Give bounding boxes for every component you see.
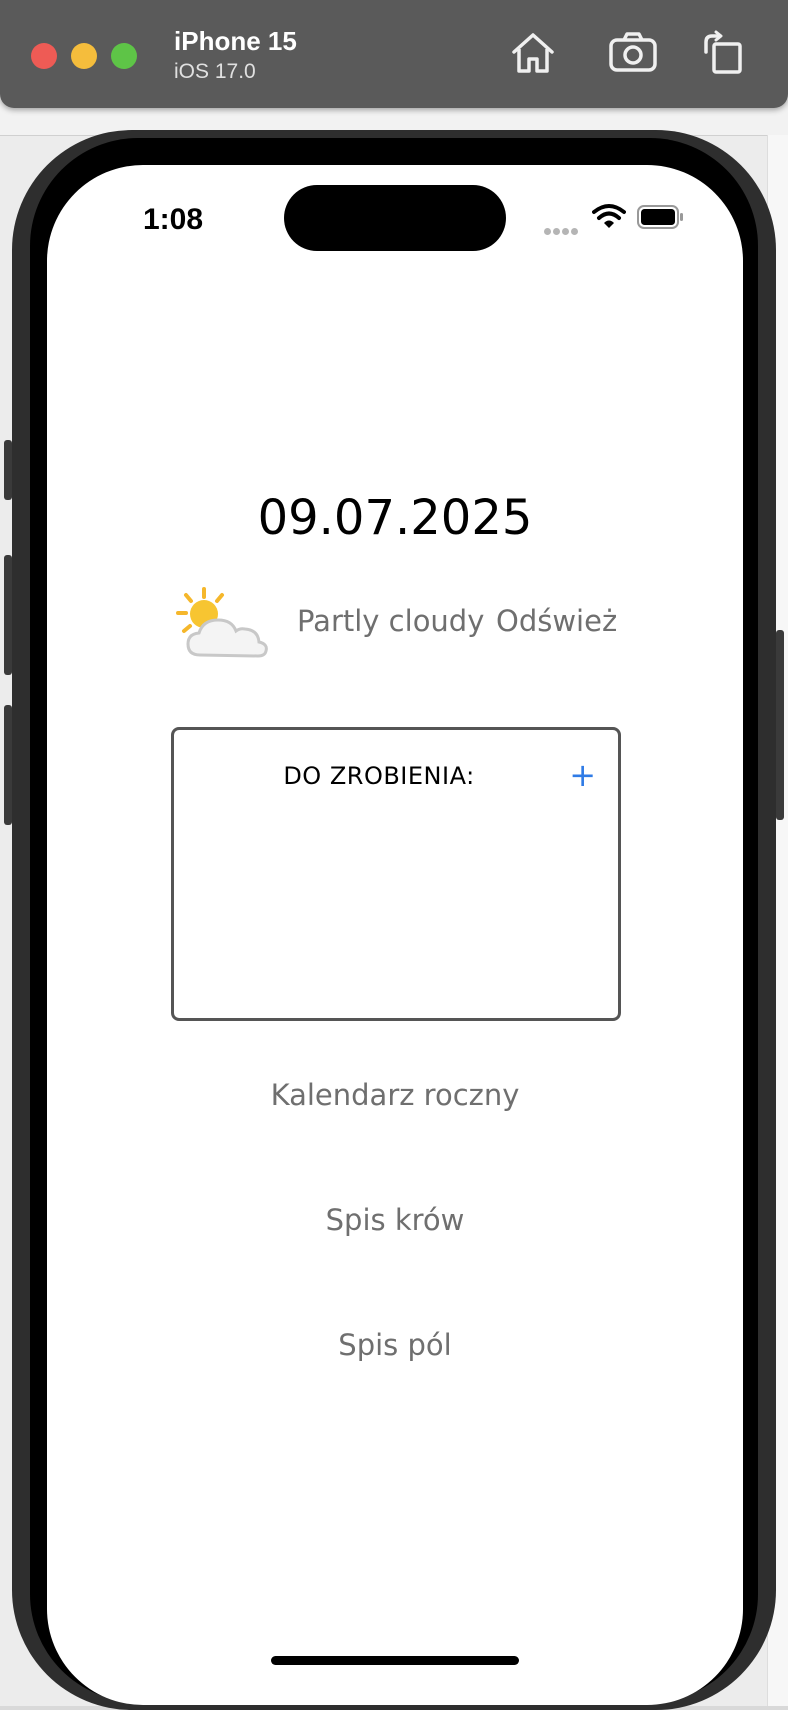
wifi-icon (592, 204, 626, 228)
todo-title: DO ZROBIENIA: (283, 762, 475, 790)
home-icon (512, 33, 554, 73)
cows-list-link[interactable]: Spis krów (47, 1203, 743, 1237)
close-window-button[interactable] (31, 43, 57, 69)
current-date: 09.07.2025 (257, 490, 533, 546)
volume-up-button (4, 555, 12, 675)
partly-cloudy-icon (176, 587, 268, 658)
screenshot-button[interactable] (608, 30, 658, 76)
fields-list-link[interactable]: Spis pól (47, 1328, 743, 1362)
status-time: 1:08 (143, 203, 204, 236)
simulator-titlebar: iPhone 15 iOS 17.0 (0, 0, 788, 108)
camera-icon (609, 32, 657, 72)
minimize-window-button[interactable] (71, 43, 97, 69)
refresh-button[interactable]: Odśwież (496, 604, 617, 638)
volume-down-button (4, 705, 12, 825)
device-os-version: iOS 17.0 (174, 60, 256, 83)
todo-box: DO ZROBIENIA: + (171, 727, 621, 1021)
home-button[interactable] (508, 30, 558, 76)
rotate-button[interactable] (700, 30, 750, 76)
phone-screen: 1:08 09.07.2025 Partly cloudy Odśwież DO… (47, 165, 743, 1705)
device-name: iPhone 15 (174, 26, 297, 56)
battery-icon (637, 205, 683, 229)
weather-description: Partly cloudy (297, 604, 485, 638)
weather-row: Partly cloudy Odśwież (47, 585, 743, 665)
calendar-link[interactable]: Kalendarz roczny (47, 1078, 743, 1112)
cellular-signal-icon (544, 222, 580, 240)
dynamic-island (284, 185, 506, 251)
add-todo-button[interactable]: + (569, 756, 596, 794)
power-button (776, 630, 784, 820)
home-indicator[interactable] (271, 1656, 519, 1665)
action-button (4, 440, 12, 500)
zoom-window-button[interactable] (111, 43, 137, 69)
rotate-icon (704, 30, 742, 74)
